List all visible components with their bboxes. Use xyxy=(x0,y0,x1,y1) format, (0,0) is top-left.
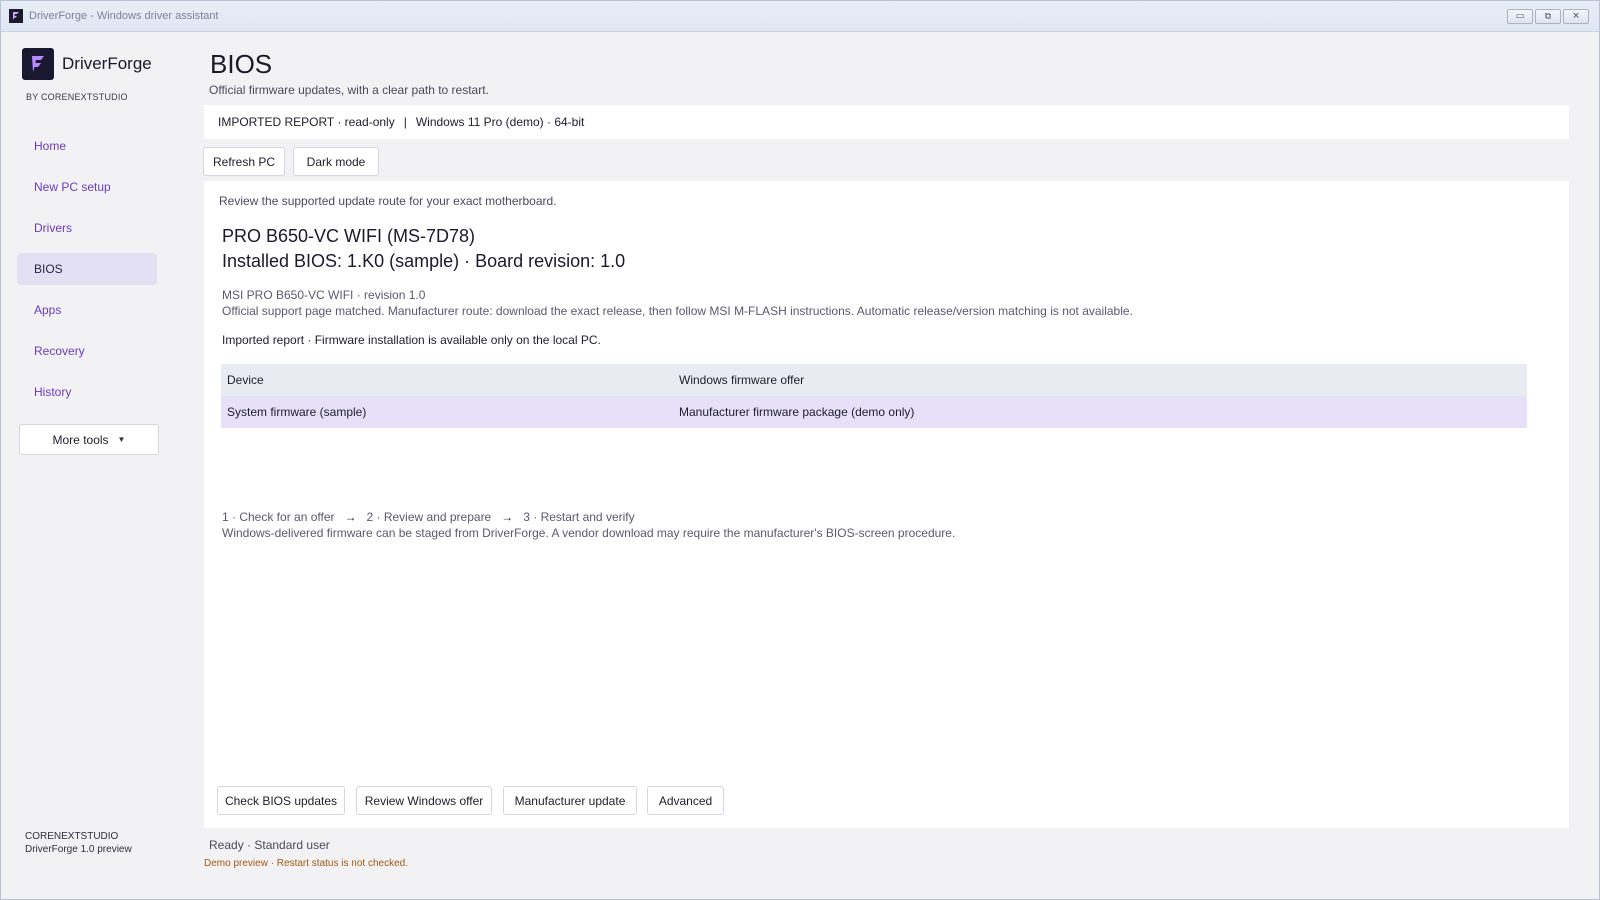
panel-intro: Review the supported update route for yo… xyxy=(219,194,557,208)
sidebar-item-label: Apps xyxy=(34,303,62,317)
column-header-device[interactable]: Device xyxy=(221,364,677,396)
status-text: Ready · Standard user xyxy=(209,838,330,852)
firmware-table: Device Windows firmware offer System fir… xyxy=(221,364,1527,428)
sidebar-item-home[interactable]: Home xyxy=(17,130,157,162)
table-header-row: Device Windows firmware offer xyxy=(221,364,1527,396)
close-button[interactable]: ✕ xyxy=(1563,9,1589,24)
manufacturer-update-button[interactable]: Manufacturer update xyxy=(503,786,637,815)
update-steps: 1 · Check for an offer → 2 · Review and pr… xyxy=(222,510,635,524)
forge-logo-icon xyxy=(32,56,44,72)
sidebar-item-recovery[interactable]: Recovery xyxy=(17,335,157,367)
os-info: Windows 11 Pro (demo) · 64-bit xyxy=(415,115,585,129)
window-controls: ▭ ⧉ ✕ xyxy=(1507,9,1589,24)
sidebar: DriverForge BY CORENEXTSTUDIO Home New P… xyxy=(7,32,197,895)
minimize-icon: ▭ xyxy=(1515,11,1525,21)
imported-note: Imported report · Firmware installation … xyxy=(222,333,601,347)
table-row[interactable]: System firmware (sample) Manufacturer fi… xyxy=(221,396,1527,428)
table-cell-device: System firmware (sample) xyxy=(221,396,677,428)
maximize-button[interactable]: ⧉ xyxy=(1535,9,1561,24)
brand-by: BY CORENEXTSTUDIO xyxy=(26,92,128,102)
app-icon xyxy=(9,9,23,23)
info-separator: | xyxy=(403,115,407,129)
sidebar-item-label: BIOS xyxy=(34,262,63,276)
column-header-offer[interactable]: Windows firmware offer xyxy=(677,364,1527,396)
dark-mode-button[interactable]: Dark mode xyxy=(293,147,379,176)
sidebar-item-label: History xyxy=(34,385,72,399)
title-bar: DriverForge - Windows driver assistant ▭… xyxy=(1,1,1599,32)
brand-name: DriverForge xyxy=(62,54,152,73)
sidebar-item-label: Home xyxy=(34,139,67,153)
brand: DriverForge xyxy=(22,48,152,80)
sidebar-item-new-pc-setup[interactable]: New PC setup xyxy=(17,171,157,203)
more-tools-button[interactable]: More tools ▼ xyxy=(19,424,159,455)
board-model: MSI PRO B650-VC WIFI · revision 1.0 xyxy=(222,288,426,302)
bios-panel: Review the supported update route for yo… xyxy=(204,181,1569,828)
arrow-right-icon: → xyxy=(501,510,514,524)
brand-logo xyxy=(22,48,54,80)
review-windows-offer-button[interactable]: Review Windows offer xyxy=(356,786,492,815)
step-1: 1 · Check for an offer xyxy=(222,510,335,524)
check-bios-updates-button[interactable]: Check BIOS updates xyxy=(217,786,345,815)
installed-bios: Installed BIOS: 1.K0 (sample) · Board re… xyxy=(222,251,626,271)
sidebar-item-history[interactable]: History xyxy=(17,376,157,408)
sidebar-item-label: Drivers xyxy=(34,221,72,235)
footer-version: DriverForge 1.0 preview xyxy=(25,844,132,855)
page-subtitle: Official firmware updates, with a clear … xyxy=(209,83,489,97)
footer-org: CORENEXTSTUDIO xyxy=(25,831,119,842)
report-info-bar: IMPORTED REPORT · read-only | Windows 11… xyxy=(204,105,1569,139)
support-route: Official support page matched. Manufactu… xyxy=(222,304,1133,318)
steps-note: Windows-delivered firmware can be staged… xyxy=(222,526,956,540)
more-tools-label: More tools xyxy=(52,432,109,447)
window-title: DriverForge - Windows driver assistant xyxy=(29,10,219,22)
arrow-right-icon: → xyxy=(344,510,357,524)
step-2: 2 · Review and prepare xyxy=(366,510,492,524)
table-cell-offer: Manufacturer firmware package (demo only… xyxy=(677,396,1527,428)
step-3: 3 · Restart and verify xyxy=(523,510,635,524)
sidebar-item-drivers[interactable]: Drivers xyxy=(17,212,157,244)
sidebar-item-apps[interactable]: Apps xyxy=(17,294,157,326)
app-window: DriverForge - Windows driver assistant ▭… xyxy=(0,0,1600,900)
minimize-button[interactable]: ▭ xyxy=(1507,9,1533,24)
caret-down-icon: ▼ xyxy=(117,435,126,444)
sidebar-nav: Home New PC setup Drivers BIOS Apps Reco… xyxy=(17,130,157,417)
sidebar-item-label: Recovery xyxy=(34,344,85,358)
sidebar-item-label: New PC setup xyxy=(34,180,111,194)
report-mode: IMPORTED REPORT · read-only xyxy=(218,115,395,129)
close-icon: ✕ xyxy=(1572,11,1580,21)
board-name: PRO B650-VC WIFI (MS-7D78) xyxy=(222,226,476,246)
sidebar-item-bios[interactable]: BIOS xyxy=(17,253,157,285)
refresh-pc-button[interactable]: Refresh PC xyxy=(203,147,285,176)
maximize-icon: ⧉ xyxy=(1544,11,1552,21)
advanced-button[interactable]: Advanced xyxy=(647,786,724,815)
page-title: BIOS xyxy=(210,49,273,79)
demo-note: Demo preview · Restart status is not che… xyxy=(204,858,408,869)
